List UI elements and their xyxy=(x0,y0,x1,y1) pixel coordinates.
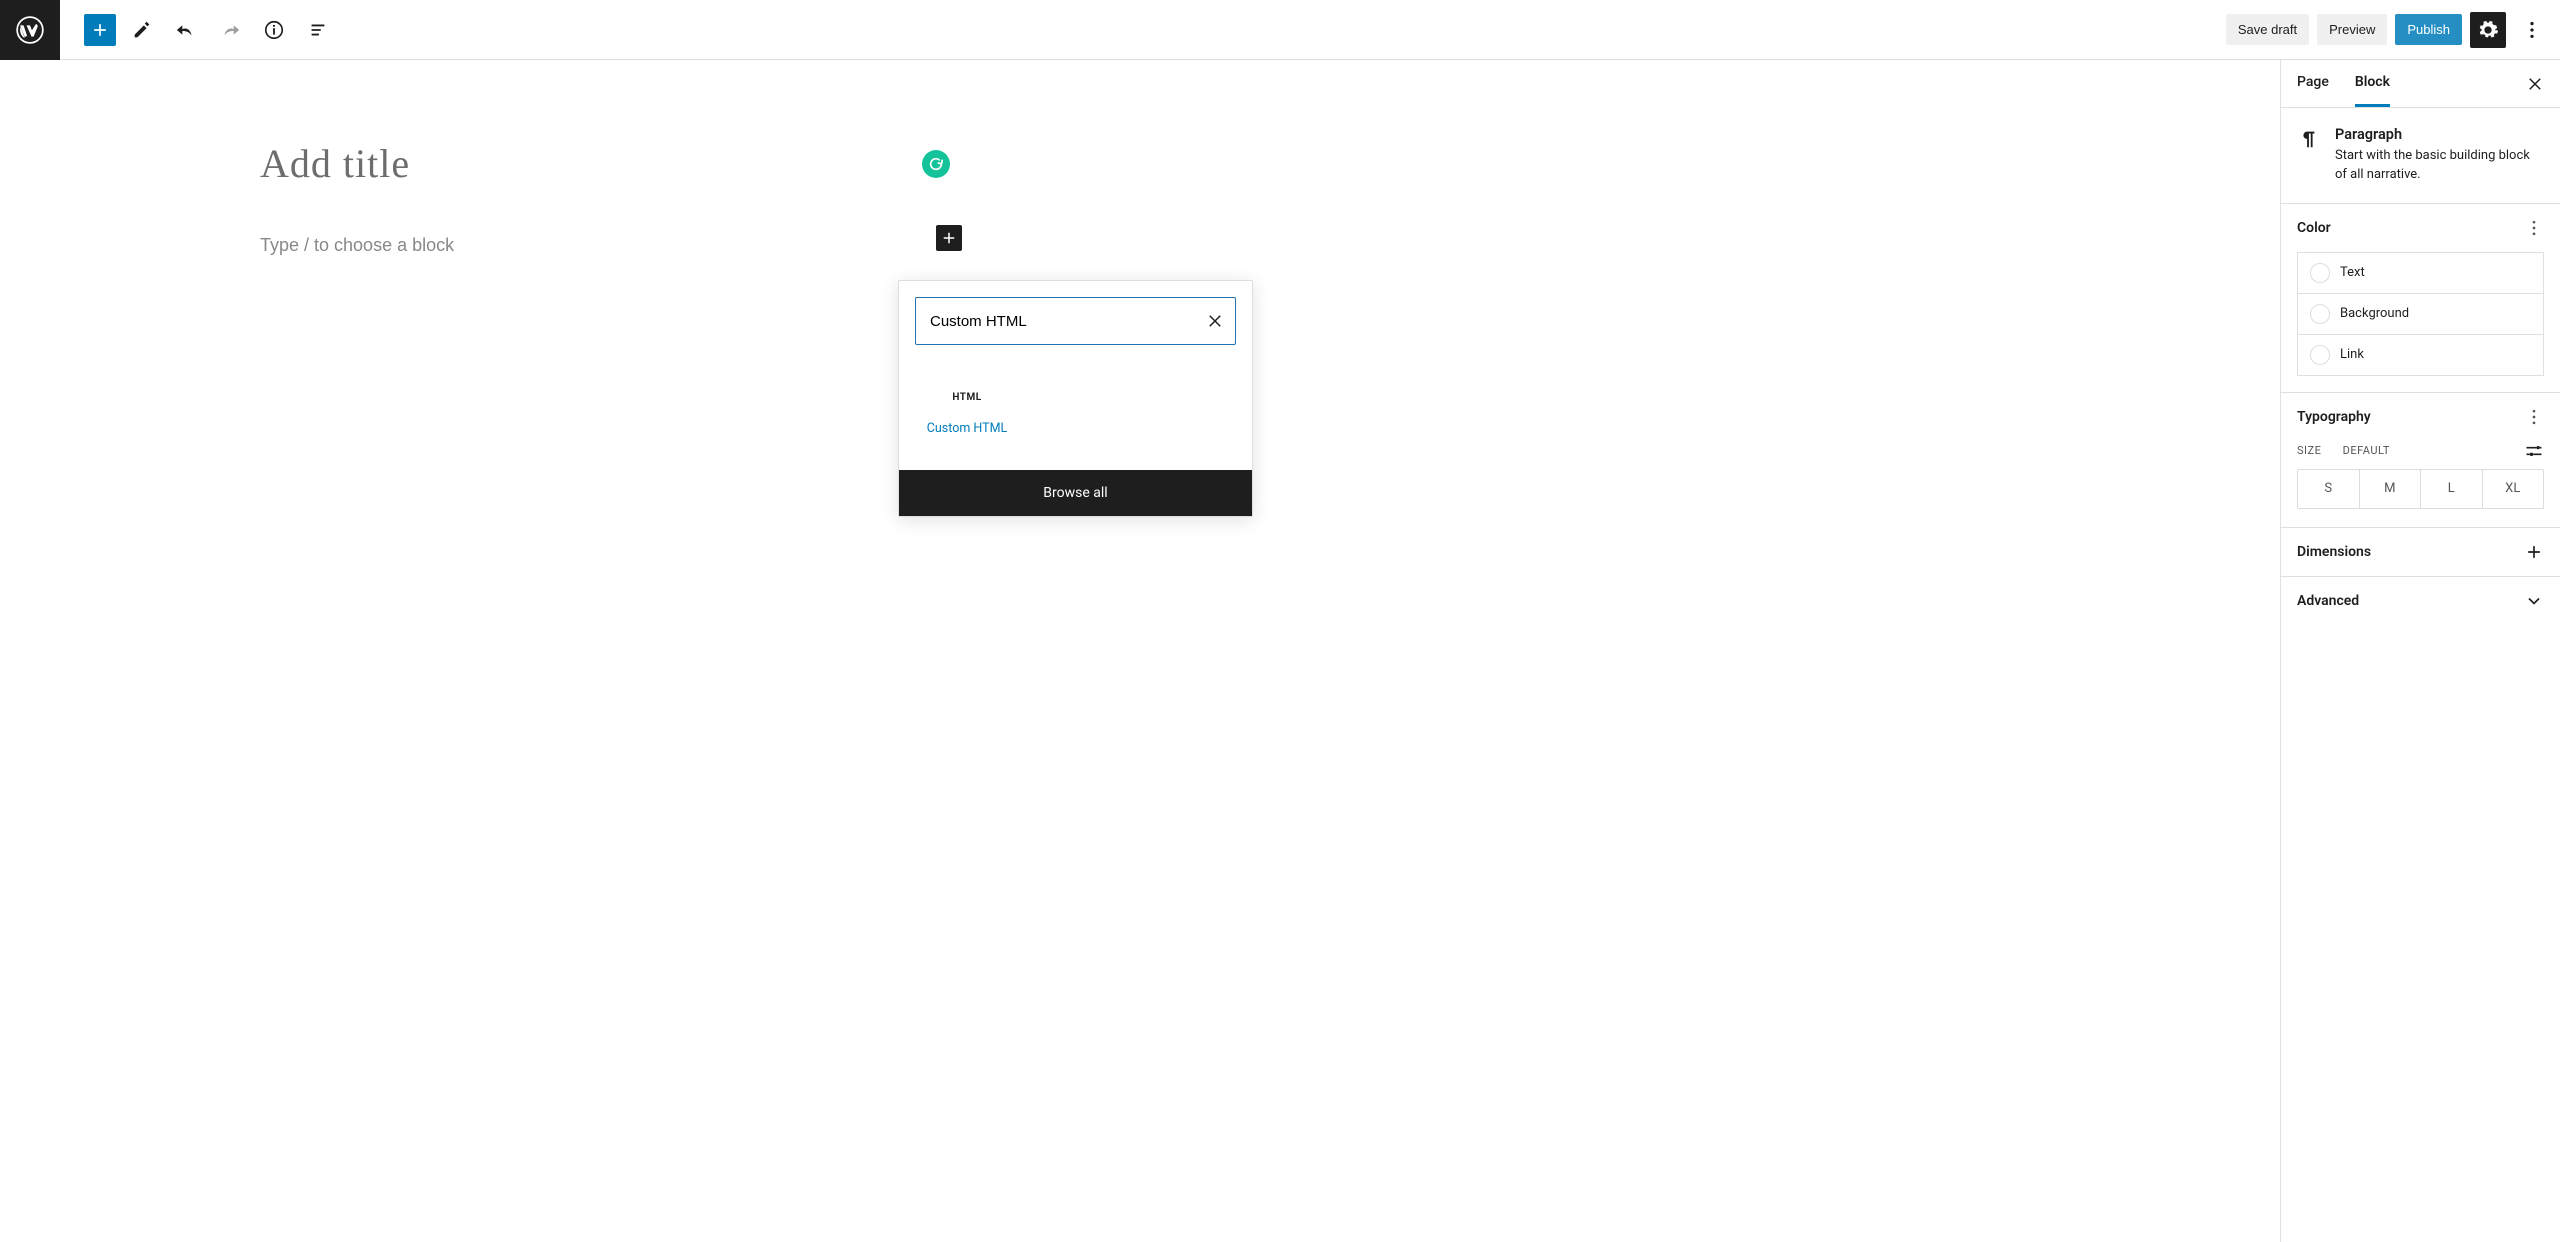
inserter-results: HTML Custom HTML xyxy=(899,361,1252,470)
top-toolbar: Save draft Preview Publish xyxy=(0,0,2560,60)
block-result-label: Custom HTML xyxy=(919,421,1015,436)
paragraph-icon xyxy=(2297,126,2321,185)
grammarly-badge[interactable] xyxy=(922,150,950,178)
plus-icon xyxy=(2524,542,2544,562)
main-area: Add title Type / to choose a block HTML … xyxy=(0,60,2560,1242)
close-icon xyxy=(2526,75,2544,93)
color-swatch xyxy=(2310,263,2330,283)
kebab-icon[interactable] xyxy=(2524,218,2544,238)
panel-title: Typography xyxy=(2297,409,2371,425)
post-title-input[interactable]: Add title xyxy=(260,140,980,187)
size-default-label: DEFAULT xyxy=(2343,444,2390,457)
block-search-input[interactable] xyxy=(916,313,1195,330)
inserter-search-wrap xyxy=(899,281,1252,361)
font-size-s[interactable]: S xyxy=(2298,470,2359,508)
font-size-l[interactable]: L xyxy=(2420,470,2482,508)
panel-title: Advanced xyxy=(2297,593,2359,609)
panel-advanced: Advanced xyxy=(2281,577,2560,625)
editor-content: Add title Type / to choose a block xyxy=(260,140,980,256)
panel-color: Color Text Background Link xyxy=(2281,204,2560,393)
typography-controls-row: SIZE DEFAULT xyxy=(2297,441,2544,461)
toolbar-left xyxy=(60,12,336,48)
panel-header-color[interactable]: Color xyxy=(2281,204,2560,252)
settings-toggle-button[interactable] xyxy=(2470,12,2506,48)
wordpress-icon xyxy=(16,16,44,44)
plus-icon xyxy=(940,229,958,247)
inline-block-inserter-button[interactable] xyxy=(936,225,962,251)
redo-icon xyxy=(219,19,241,41)
plus-icon xyxy=(90,20,110,40)
info-icon xyxy=(263,19,285,41)
browse-all-button[interactable]: Browse all xyxy=(899,470,1252,516)
more-options-button[interactable] xyxy=(2514,12,2550,48)
preview-button[interactable]: Preview xyxy=(2317,14,2387,45)
panel-title: Dimensions xyxy=(2297,544,2371,560)
block-info-text: Paragraph Start with the basic building … xyxy=(2335,126,2544,185)
settings-sidebar: Page Block Paragraph Start with the basi… xyxy=(2280,60,2560,1242)
wordpress-logo-button[interactable] xyxy=(0,0,60,60)
editor-canvas: Add title Type / to choose a block xyxy=(0,60,2280,1242)
block-inserter-popover: HTML Custom HTML Browse all xyxy=(898,280,1253,517)
kebab-icon[interactable] xyxy=(2524,407,2544,427)
gear-icon xyxy=(2477,19,2499,41)
tab-page[interactable]: Page xyxy=(2297,60,2329,107)
block-info-description: Start with the basic building block of a… xyxy=(2335,147,2544,185)
close-icon xyxy=(1206,312,1224,330)
size-label: SIZE xyxy=(2297,444,2321,457)
panel-title: Color xyxy=(2297,220,2331,236)
chevron-down-icon xyxy=(2524,591,2544,611)
custom-size-toggle[interactable] xyxy=(2524,441,2544,461)
inserter-search-field xyxy=(915,297,1236,345)
grammarly-icon xyxy=(928,156,944,172)
font-size-buttons: S M L XL xyxy=(2297,469,2544,509)
color-swatch xyxy=(2310,304,2330,324)
list-view-button[interactable] xyxy=(300,12,336,48)
color-row-label: Background xyxy=(2340,306,2409,321)
color-row-label: Text xyxy=(2340,265,2365,280)
undo-button[interactable] xyxy=(168,12,204,48)
color-row-link[interactable]: Link xyxy=(2297,334,2544,376)
panel-dimensions: Dimensions xyxy=(2281,528,2560,577)
toolbar-right: Save draft Preview Publish xyxy=(2226,12,2560,48)
block-info-panel: Paragraph Start with the basic building … xyxy=(2281,108,2560,204)
sliders-icon xyxy=(2524,441,2544,461)
typography-size-labels: SIZE DEFAULT xyxy=(2297,443,2390,458)
color-swatch xyxy=(2310,345,2330,365)
tools-button[interactable] xyxy=(124,12,160,48)
panel-header-advanced[interactable]: Advanced xyxy=(2281,577,2560,625)
color-row-text[interactable]: Text xyxy=(2297,252,2544,294)
color-row-label: Link xyxy=(2340,347,2364,362)
undo-icon xyxy=(175,19,197,41)
redo-button[interactable] xyxy=(212,12,248,48)
sidebar-tabs: Page Block xyxy=(2281,60,2560,108)
panel-header-typography[interactable]: Typography xyxy=(2281,393,2560,441)
save-draft-button[interactable]: Save draft xyxy=(2226,14,2309,45)
pencil-icon xyxy=(131,19,153,41)
font-size-xl[interactable]: XL xyxy=(2482,470,2544,508)
kebab-icon xyxy=(2521,19,2543,41)
color-row-background[interactable]: Background xyxy=(2297,293,2544,335)
font-size-m[interactable]: M xyxy=(2359,470,2421,508)
paragraph-block-placeholder[interactable]: Type / to choose a block xyxy=(260,235,980,256)
color-rows: Text Background Link xyxy=(2281,252,2560,392)
typography-body: SIZE DEFAULT S M L XL xyxy=(2281,441,2560,527)
html-block-icon: HTML xyxy=(919,379,1015,415)
block-result-custom-html[interactable]: HTML Custom HTML xyxy=(915,371,1019,444)
details-button[interactable] xyxy=(256,12,292,48)
close-sidebar-button[interactable] xyxy=(2526,75,2544,93)
panel-header-dimensions[interactable]: Dimensions xyxy=(2281,528,2560,576)
publish-button[interactable]: Publish xyxy=(2395,14,2462,45)
outline-icon xyxy=(307,19,329,41)
block-info-title: Paragraph xyxy=(2335,126,2544,143)
clear-search-button[interactable] xyxy=(1195,301,1235,341)
tab-block[interactable]: Block xyxy=(2355,60,2390,107)
block-inserter-toggle-button[interactable] xyxy=(84,14,116,46)
panel-typography: Typography SIZE DEFAULT xyxy=(2281,393,2560,528)
